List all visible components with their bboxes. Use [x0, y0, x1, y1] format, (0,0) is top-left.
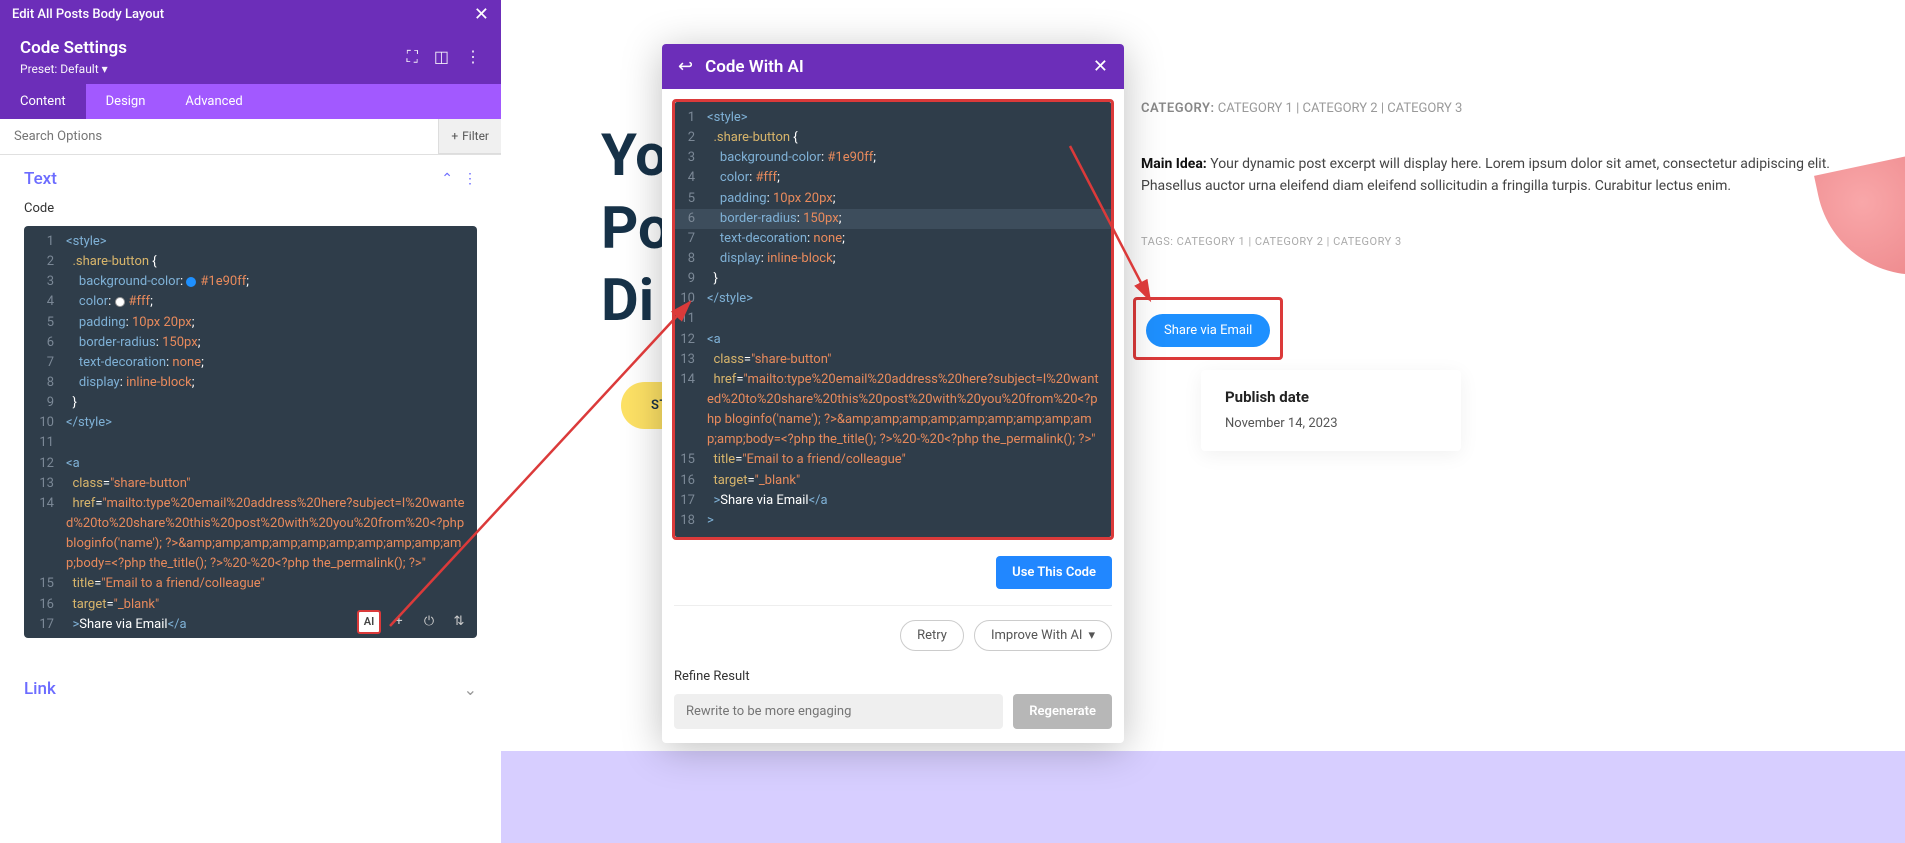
- plus-icon: +: [451, 129, 458, 143]
- ai-modal: ↩ Code With AI ✕ 1<style>2 .share-button…: [662, 44, 1124, 743]
- post-meta: CATEGORY: CATEGORY 1 | CATEGORY 2 | CATE…: [1141, 100, 1875, 248]
- settings-tabs: Content Design Advanced: [0, 84, 501, 119]
- improve-button[interactable]: Improve With AI ▾: [974, 620, 1112, 651]
- back-icon[interactable]: ↩: [678, 56, 693, 77]
- power-icon[interactable]: ⏻: [417, 610, 441, 634]
- category-list: CATEGORY 1 | CATEGORY 2 | CATEGORY 3: [1215, 101, 1463, 116]
- code-field-label: Code: [0, 195, 501, 222]
- section-link-title: Link: [24, 679, 56, 699]
- publish-card: Publish date November 14, 2023: [1201, 370, 1461, 451]
- tag-list: TAGS: CATEGORY 1 | CATEGORY 2 | CATEGORY…: [1141, 235, 1875, 248]
- regenerate-button[interactable]: Regenerate: [1013, 694, 1112, 729]
- panel-icon[interactable]: ◫: [434, 47, 449, 67]
- refine-section: Refine Result Regenerate: [662, 663, 1124, 743]
- filter-button[interactable]: +Filter: [438, 119, 501, 154]
- title-bar: Edit All Posts Body Layout ✕: [0, 0, 501, 28]
- refine-input[interactable]: [674, 694, 1003, 729]
- expand-icon[interactable]: ⛶: [407, 47, 418, 67]
- decor-band: [501, 751, 1905, 843]
- tab-advanced[interactable]: Advanced: [165, 84, 262, 119]
- tab-design[interactable]: Design: [86, 84, 166, 119]
- ai-code-block[interactable]: 1<style>2 .share-button {3 background-co…: [675, 102, 1111, 537]
- window-title: Edit All Posts Body Layout: [12, 7, 164, 22]
- chevron-down-icon: ▾: [1088, 628, 1095, 643]
- tab-content[interactable]: Content: [0, 84, 86, 119]
- search-row: +Filter: [0, 119, 501, 155]
- divider: [674, 605, 1112, 606]
- close-icon[interactable]: ✕: [1093, 56, 1108, 77]
- collapse-icon[interactable]: ⌃: [441, 171, 453, 187]
- ai-code-highlight: 1<style>2 .share-button {3 background-co…: [672, 99, 1114, 540]
- settings-header: Code Settings Preset: Default ▾ ⛶ ◫ ⋮: [0, 28, 501, 84]
- refine-label: Refine Result: [674, 669, 1112, 684]
- publish-date: November 14, 2023: [1225, 416, 1437, 431]
- search-input[interactable]: [0, 119, 438, 154]
- close-icon[interactable]: ✕: [474, 4, 489, 25]
- section-more-icon[interactable]: ⋮: [463, 171, 477, 187]
- more-icon[interactable]: ⋮: [465, 47, 481, 67]
- preset-dropdown[interactable]: Preset: Default ▾: [20, 62, 127, 76]
- section-text-title: Text: [24, 169, 57, 189]
- code-editor[interactable]: 1<style>2 .share-button {3 background-co…: [24, 226, 477, 638]
- section-text-head: Text ⌃ ⋮: [0, 155, 501, 195]
- ai-modal-title: Code With AI: [705, 57, 1081, 77]
- settings-title: Code Settings: [20, 38, 127, 58]
- excerpt: Main Idea: Your dynamic post excerpt wil…: [1141, 154, 1875, 197]
- hero-heading: YoPoDi: [601, 120, 671, 338]
- share-email-button[interactable]: Share via Email: [1146, 314, 1270, 347]
- expand-icon[interactable]: ⌄: [464, 680, 477, 699]
- section-link-head: Link ⌄: [0, 664, 501, 713]
- category-label: CATEGORY:: [1141, 101, 1215, 116]
- add-icon[interactable]: +: [387, 610, 411, 634]
- publish-label: Publish date: [1225, 388, 1437, 406]
- use-code-button[interactable]: Use This Code: [996, 556, 1112, 589]
- ai-button[interactable]: AI: [357, 610, 381, 634]
- settings-panel: Edit All Posts Body Layout ✕ Code Settin…: [0, 0, 501, 843]
- share-highlight: Share via Email: [1133, 297, 1283, 360]
- sort-icon[interactable]: ⇅: [447, 610, 471, 634]
- retry-button[interactable]: Retry: [900, 620, 964, 651]
- ai-modal-header: ↩ Code With AI ✕: [662, 44, 1124, 89]
